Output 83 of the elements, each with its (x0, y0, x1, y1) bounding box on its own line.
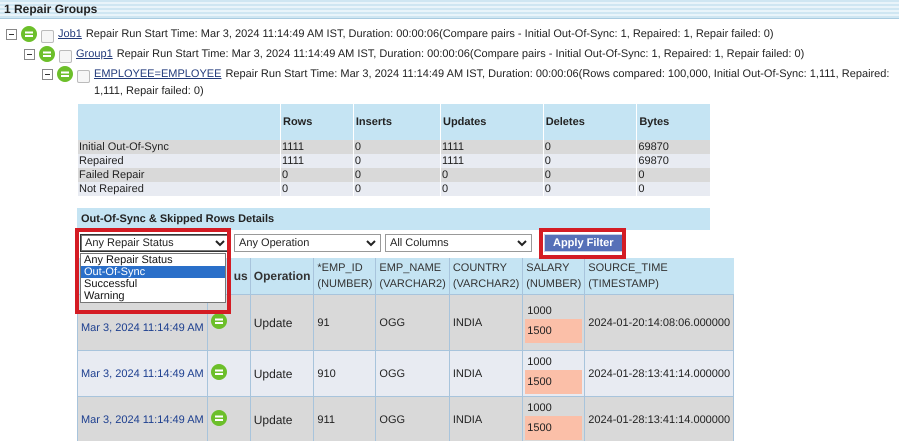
table-cell: 0 (543, 182, 637, 196)
status-icon (57, 66, 73, 82)
checkbox[interactable] (77, 70, 90, 83)
new-value: 1500 (525, 370, 582, 394)
group-link[interactable]: Job1 (58, 28, 82, 40)
table-cell: 910 (314, 350, 376, 396)
column-header: SOURCE_TIME (TIMESTAMP) (584, 258, 734, 294)
table-cell: 69870 (636, 154, 710, 168)
column-header: Operation (250, 258, 314, 294)
table-cell: 0 (353, 168, 440, 182)
table-cell: 0 (543, 168, 637, 182)
section-title: 1 Repair Groups (0, 0, 899, 19)
table-cell: 1111 (440, 140, 544, 154)
table-cell: 0 (543, 154, 637, 168)
new-value: 1500 (525, 416, 582, 440)
collapse-toggle[interactable] (42, 69, 53, 80)
table-cell: INDIA (449, 396, 523, 441)
table-cell: 0 (353, 154, 440, 168)
checkbox[interactable] (59, 50, 72, 63)
collapse-toggle[interactable] (6, 29, 17, 40)
row-label: Not Repaired (78, 182, 280, 196)
status-icon (21, 26, 37, 42)
table-cell: INDIA (449, 294, 523, 350)
table-cell: OGG (376, 350, 450, 396)
caret-icon (366, 240, 376, 246)
table-cell: 2024-01-20:14:08:06.000000 (584, 294, 734, 350)
caret-icon (517, 240, 527, 246)
filter-dropdown[interactable]: All Columns (385, 234, 532, 252)
table-cell: 1111 (440, 154, 544, 168)
column-header: SALARY (NUMBER) (522, 258, 585, 294)
repair-run-summary: EMPLOYEE=EMPLOYEE Repair Run Start Time: Mar 3, 2024 11:14:49 AM IST, Duration: 00:00:06(Rows compared: 100,000, Initial Out-Of-Sync: 1,111, Repaired: 1,111, Repair failed: 0) (94, 67, 890, 99)
table-cell: 2024-01-28:13:41:14.000000 (584, 350, 734, 396)
table-cell: 0 (280, 182, 354, 196)
table-cell: 0 (353, 140, 440, 154)
table-cell: 0 (440, 168, 544, 182)
column-header: COUNTRY (VARCHAR2) (449, 258, 523, 294)
table-cell: Update (250, 396, 314, 441)
old-value: 1000 (526, 354, 553, 370)
row-label: Initial Out-Of-Sync (78, 140, 280, 154)
table-cell: INDIA (449, 350, 523, 396)
checkbox[interactable] (41, 30, 54, 43)
table-cell: Update (250, 294, 314, 350)
table-cell: 1111 (280, 154, 354, 168)
new-value: 1500 (525, 318, 582, 342)
column-header: *EMP_ID (NUMBER) (314, 258, 376, 294)
table-cell: 0 (636, 168, 710, 182)
column-header: Rows (280, 104, 354, 140)
table-cell: 2024-01-28:13:41:14.000000 (584, 396, 734, 441)
table-cell: 91 (314, 294, 376, 350)
column-header: Inserts (353, 104, 440, 140)
table-cell: 69870 (636, 140, 710, 154)
group-link[interactable]: Group1 (76, 48, 113, 60)
repair-run-summary: Group1 Repair Run Start Time: Mar 3, 2024 11:14:49 AM IST, Duration: 00:00:06(Compare pairs - Initial Out-Of-Sync: 1, Repaired: 1, Repair failed: 0) (76, 47, 806, 62)
table-cell: 911 (314, 396, 376, 441)
old-value: 1000 (526, 400, 553, 416)
column-header: Bytes (636, 104, 710, 140)
status-icon (210, 410, 227, 426)
column-header: EMP_NAME (VARCHAR2) (376, 258, 450, 294)
table-cell: Update (250, 350, 314, 396)
status-icon (210, 313, 227, 329)
dropdown-option[interactable]: Out-Of-Sync (81, 266, 225, 278)
table-cell: 0 (636, 182, 710, 196)
table-cell: 0 (440, 182, 544, 196)
table-cell: OGG (376, 294, 450, 350)
filter-dropdown[interactable]: Any Operation (234, 234, 381, 252)
status-icon (39, 46, 55, 62)
row-label: Failed Repair (78, 168, 280, 182)
column-header: Deletes (543, 104, 637, 140)
table-cell: 1111 (280, 140, 354, 154)
table-cell: 0 (280, 168, 354, 182)
status-icon (210, 364, 227, 380)
apply-filter-button[interactable]: Apply Filter (544, 234, 623, 252)
collapse-toggle[interactable] (24, 49, 35, 60)
table-cell: OGG (376, 396, 450, 441)
details-title: Out-Of-Sync & Skipped Rows Details (77, 208, 710, 230)
table-cell: 0 (353, 182, 440, 196)
column-header: Updates (440, 104, 544, 140)
old-value: 1000 (526, 304, 553, 318)
row-label: Repaired (78, 154, 280, 168)
repair-run-summary: Job1 Repair Run Start Time: Mar 3, 2024 11:14:49 AM IST, Duration: 00:00:06(Compare pairs - Initial Out-Of-Sync: 1, Repaired: 1, Repair failed: 0) (58, 27, 774, 42)
table-cell: 0 (543, 140, 637, 154)
caret-icon (215, 240, 225, 246)
group-link[interactable]: EMPLOYEE=EMPLOYEE (94, 68, 222, 80)
